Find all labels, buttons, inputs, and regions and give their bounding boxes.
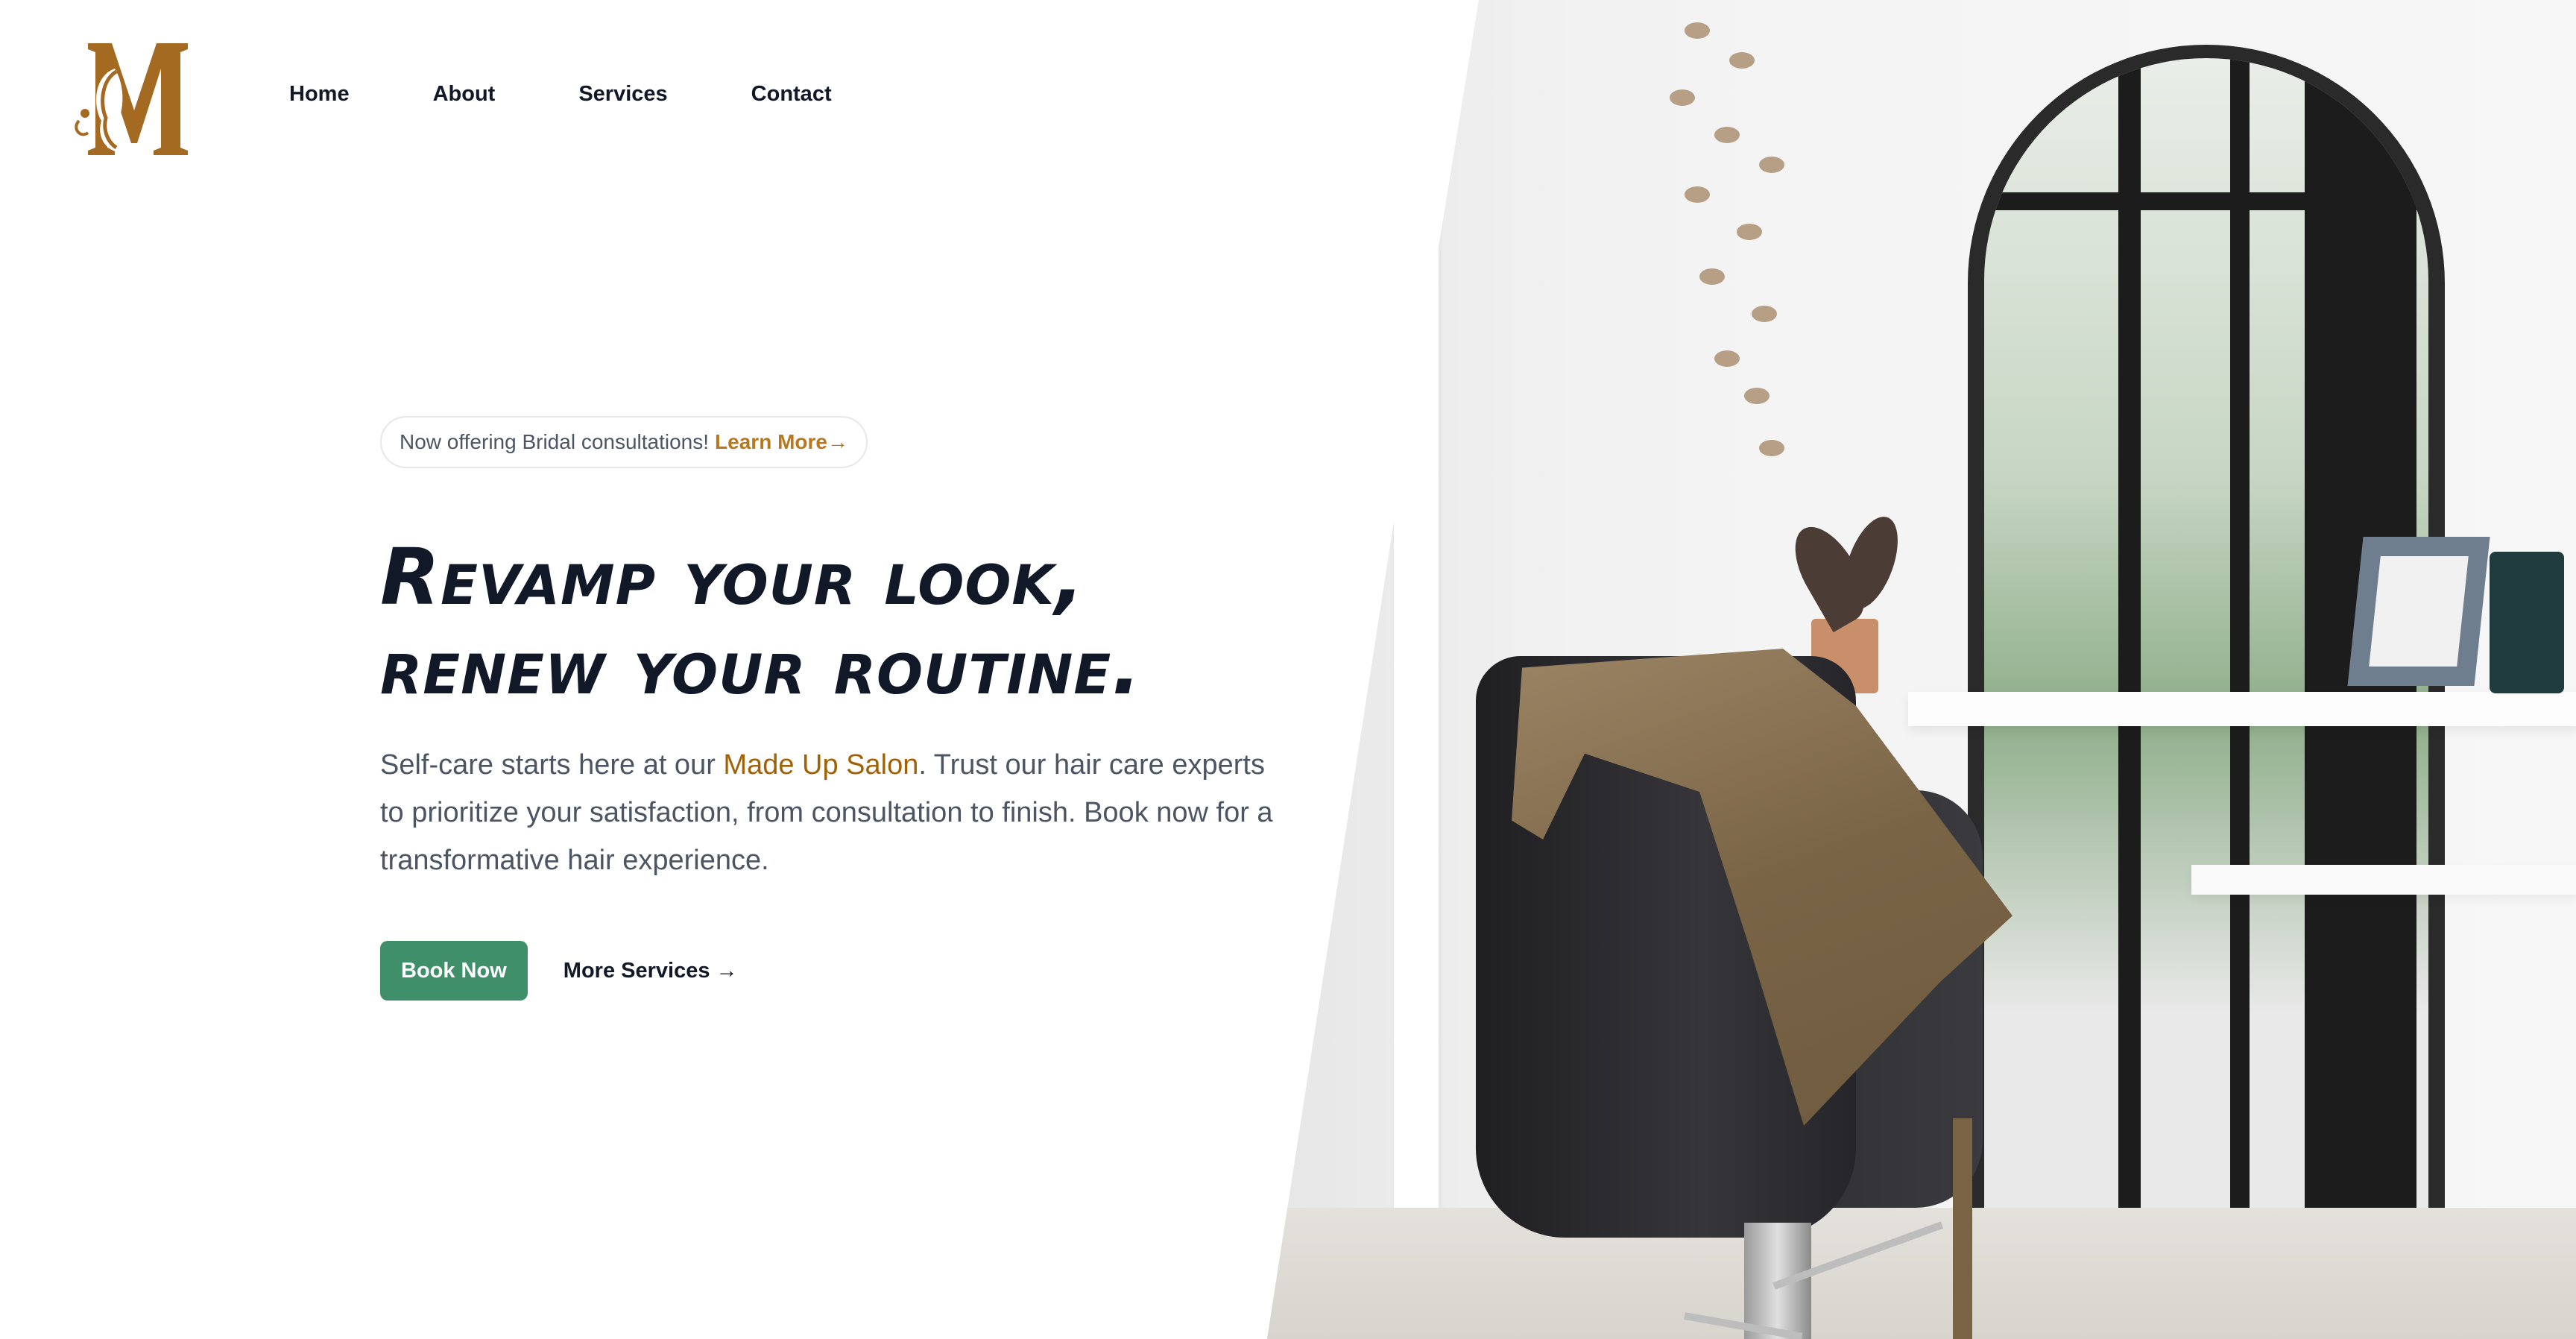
announcement-text: Now offering Bridal consultations! xyxy=(400,430,710,453)
hero-photo xyxy=(1267,0,2576,1339)
nav-about[interactable]: About xyxy=(433,82,496,107)
learn-more-link[interactable]: Learn More→ xyxy=(715,430,848,454)
nav-links: Home About Services Contact xyxy=(289,82,832,107)
hero-description: Self-care starts here at our Made Up Sal… xyxy=(380,741,1275,884)
vanity-shelf xyxy=(1908,692,2576,726)
logo-m-icon xyxy=(75,43,188,155)
top-nav: Home About Services Contact xyxy=(0,0,1416,194)
announcement-pill: Now offering Bridal consultations! Learn… xyxy=(380,416,868,468)
nav-services[interactable]: Services xyxy=(578,82,667,107)
hero-section: Now offering Bridal consultations! Learn… xyxy=(380,416,1304,1001)
vanity-shelf-lower xyxy=(2191,865,2576,895)
more-services-link[interactable]: More Services → xyxy=(564,959,738,983)
hero-headline: Revamp your look, renew your routine. xyxy=(380,532,1304,711)
brand-logo[interactable] xyxy=(72,39,194,158)
nav-contact[interactable]: Contact xyxy=(751,82,832,107)
apron-strap xyxy=(1953,1118,1972,1339)
hero-ctas: Book Now More Services → xyxy=(380,941,1304,1001)
book-now-button[interactable]: Book Now xyxy=(380,941,528,1001)
lede-prefix: Self-care starts here at our xyxy=(380,749,724,781)
headline-line-1: Revamp your look, xyxy=(380,532,1085,623)
nav-home[interactable]: Home xyxy=(289,82,350,107)
vase xyxy=(2490,552,2564,693)
picture-frame xyxy=(2347,537,2490,686)
salon-name: Made Up Salon xyxy=(723,749,919,781)
headline-line-2: renew your routine. xyxy=(380,621,1142,712)
